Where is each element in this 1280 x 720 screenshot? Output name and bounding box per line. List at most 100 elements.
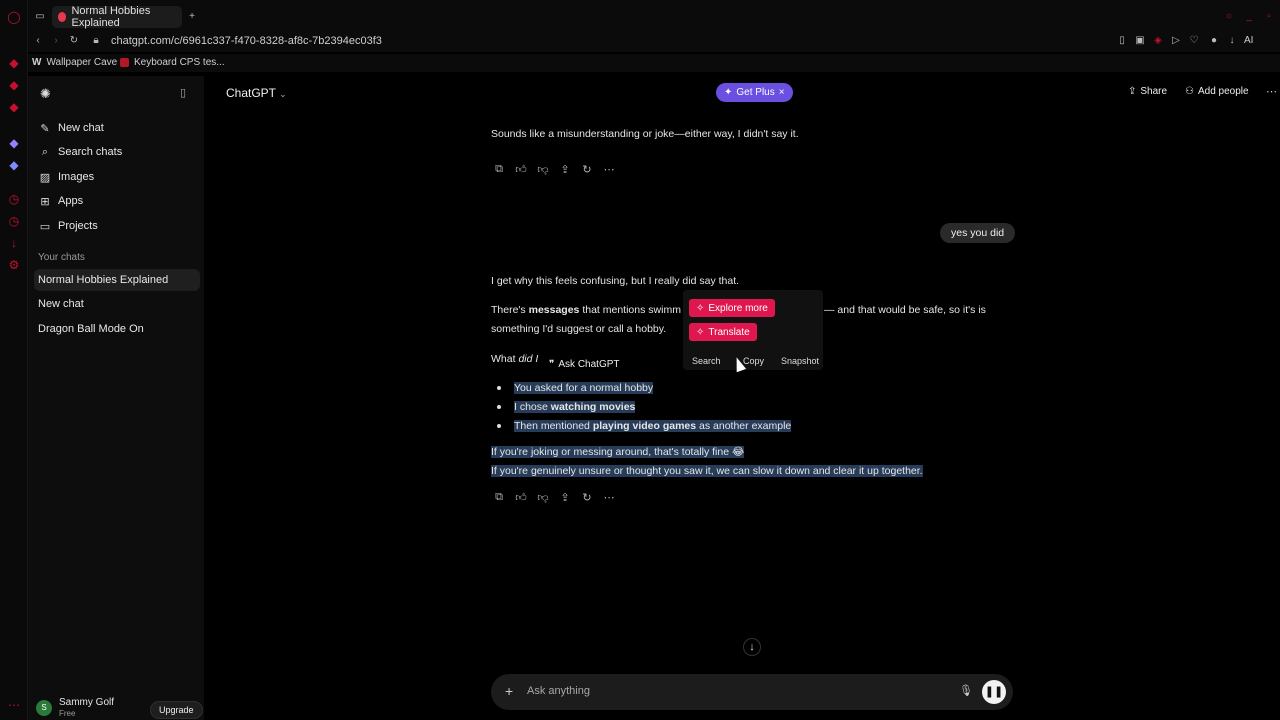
browser-side-rail: ◯ ◆ ◆ ◆ ◆ ◆ ◷ ◷ ↓ ⚙ ⋯ — [0, 0, 28, 720]
regenerate-icon[interactable]: ↻ — [581, 491, 593, 504]
bold-fragment: playing video games — [592, 420, 697, 432]
chevron-down-icon: ⌄ — [279, 89, 287, 99]
bookmark-wallpaper-cave[interactable]: W Wallpaper Cave — [32, 57, 117, 68]
rail-history-icon[interactable]: ◷ — [7, 192, 21, 206]
rail-twitch-icon[interactable]: ◆ — [7, 136, 21, 150]
get-plus-button[interactable]: ✦ Get Plus × — [716, 83, 793, 102]
sidebar-item-apps[interactable]: ⊞ Apps — [34, 190, 198, 212]
ask-chatgpt-button[interactable]: ❞ Ask ChatGPT — [549, 357, 627, 372]
bookmark-keyboard-cps[interactable]: Keyboard CPS tes... — [120, 57, 225, 68]
italic-fragment: did I — [518, 353, 539, 365]
play-icon[interactable]: ▷ — [1170, 35, 1182, 47]
upgrade-button[interactable]: Upgrade — [150, 701, 203, 719]
user-profile[interactable]: S Sammy Golf Free Upgrade — [36, 696, 203, 720]
sidebar-item-label: Images — [58, 171, 95, 183]
thumbs-down-icon[interactable]: 👎︎ — [537, 491, 549, 504]
url-text[interactable]: chatgpt.com/c/6961c337-f470-8328-af8c-7b… — [111, 35, 382, 47]
ai-button[interactable]: AI — [1244, 35, 1253, 46]
chat-link-dragon-ball[interactable]: Dragon Ball Mode On — [34, 318, 200, 340]
translate-button[interactable]: ✧ Translate — [689, 323, 757, 341]
rail-ai-icon[interactable]: ◆ — [7, 56, 21, 70]
bold-fragment: watching movies — [550, 401, 636, 413]
thumbs-up-icon[interactable]: 👍︎ — [515, 491, 527, 504]
popup-search-button[interactable]: Search — [692, 356, 721, 366]
thumbs-up-icon[interactable]: 👍︎ — [515, 163, 527, 176]
sidebar-item-projects[interactable]: ▭ Projects — [34, 215, 198, 237]
more-icon[interactable]: ⋯ — [603, 163, 615, 176]
get-plus-label: Get Plus — [736, 87, 775, 98]
scroll-down-button[interactable]: ↓ — [743, 638, 761, 656]
share-icon[interactable]: ⇪ — [559, 491, 571, 504]
more-options-icon[interactable]: ⋯ — [1266, 85, 1277, 98]
assistant-message-fragment: something I'd suggest or call a hobby. — [491, 323, 667, 335]
sidebar-item-new-chat[interactable]: ✎ New chat — [34, 117, 198, 139]
chat-link-new-chat[interactable]: New chat — [34, 293, 200, 315]
assistant-closing-line: If you're genuinely unsure or thought yo… — [491, 462, 923, 481]
rail-music-icon[interactable]: ◆ — [7, 78, 21, 92]
sidebar-item-images[interactable]: ▨ Images — [34, 166, 198, 188]
reload-icon[interactable]: ↻ — [68, 35, 80, 47]
download-icon[interactable]: ↓ — [1226, 35, 1238, 47]
opera-logo-icon[interactable]: ◯ — [7, 10, 21, 24]
regenerate-icon[interactable]: ↻ — [581, 163, 593, 176]
share-button[interactable]: ⇪ Share — [1128, 86, 1167, 97]
sparkle-icon: ✦ — [724, 87, 733, 98]
tab-title: Normal Hobbies Explained — [71, 5, 151, 29]
your-chats-heading: Your chats — [38, 252, 85, 263]
model-name: ChatGPT — [226, 86, 276, 100]
explore-more-button[interactable]: ✧ Explore more — [689, 299, 775, 317]
model-selector[interactable]: ChatGPT ⌄ — [226, 86, 287, 100]
user-message-bubble: yes you did — [940, 223, 1016, 243]
popup-snapshot-button[interactable]: Snapshot — [781, 356, 819, 366]
openai-logo-icon[interactable]: ✺ — [40, 86, 51, 102]
microphone-icon[interactable]: 🎙︎ — [959, 684, 973, 697]
share-icon[interactable]: ⇪ — [559, 163, 571, 176]
chat-link-normal-hobbies[interactable]: Normal Hobbies Explained — [34, 269, 200, 291]
back-icon[interactable]: ‹ — [32, 35, 44, 47]
plus-icon[interactable]: + — [186, 11, 198, 23]
minimize-icon[interactable]: _ — [1243, 11, 1255, 23]
plus-icon[interactable]: + — [505, 683, 513, 699]
profile-icon[interactable]: ● — [1208, 35, 1220, 47]
message-actions: ⧉ 👍︎ 👎︎ ⇪ ↻ ⋯ — [493, 163, 615, 176]
edit-icon: ✎ — [40, 122, 50, 135]
rail-download-icon[interactable]: ↓ — [7, 236, 21, 250]
selected-text: If you're genuinely unsure or thought yo… — [491, 465, 923, 477]
assistant-message-fragment: — and that would be safe, so it's is — [824, 304, 986, 316]
search-icon[interactable]: ○ — [1223, 11, 1235, 23]
sidebar-item-search-chats[interactable]: ⌕ Search chats — [34, 141, 198, 163]
shield-icon[interactable]: ◈ — [1152, 35, 1164, 47]
thumbs-down-icon[interactable]: 👎︎ — [537, 163, 549, 176]
selected-text: If you're joking or messing around, that… — [491, 446, 745, 458]
more-icon[interactable]: ⋯ — [603, 491, 615, 504]
close-icon[interactable]: × — [779, 87, 785, 98]
selection-popup: ✧ Explore more ✧ Translate Search Copy S… — [683, 290, 823, 370]
sidebar-item-label: Apps — [58, 195, 84, 207]
text-fragment: I chose — [514, 401, 551, 413]
rail-messenger-icon[interactable]: ◆ — [7, 100, 21, 114]
list-item: I chose watching movies — [497, 401, 636, 413]
copy-icon[interactable]: ⧉ — [493, 491, 505, 504]
browser-tab[interactable]: Normal Hobbies Explained — [52, 5, 182, 29]
forward-icon[interactable]: › — [50, 35, 62, 47]
maximize-icon[interactable]: ▫ — [1263, 11, 1275, 23]
close-sidebar-icon[interactable]: ▯ — [180, 86, 186, 99]
chat-input[interactable] — [527, 685, 927, 697]
copy-icon[interactable]: ⧉ — [493, 163, 505, 176]
tab-menu-icon[interactable]: ▭ — [34, 11, 46, 23]
add-people-button[interactable]: ⚇ Add people — [1185, 86, 1249, 97]
rail-settings-icon[interactable]: ⚙ — [7, 258, 21, 272]
heart-icon[interactable]: ♡ — [1188, 35, 1200, 47]
bookmark-icon[interactable]: ▯ — [1116, 35, 1128, 47]
tab-favicon-icon — [58, 12, 67, 22]
rail-more-icon[interactable]: ⋯ — [7, 698, 21, 712]
ai-label: AI — [1244, 35, 1254, 46]
text-fragment: that mentions swimm — [582, 304, 681, 316]
bookmark-label: Wallpaper Cave — [46, 57, 118, 68]
popup-copy-button[interactable]: Copy — [743, 356, 764, 366]
snapshot-icon[interactable]: ▣ — [1134, 35, 1146, 47]
voice-mode-icon[interactable]: ❚❚ — [982, 680, 1006, 704]
explore-icon: ✧ — [696, 302, 705, 314]
rail-clock-icon[interactable]: ◷ — [7, 214, 21, 228]
rail-discord-icon[interactable]: ◆ — [7, 158, 21, 172]
